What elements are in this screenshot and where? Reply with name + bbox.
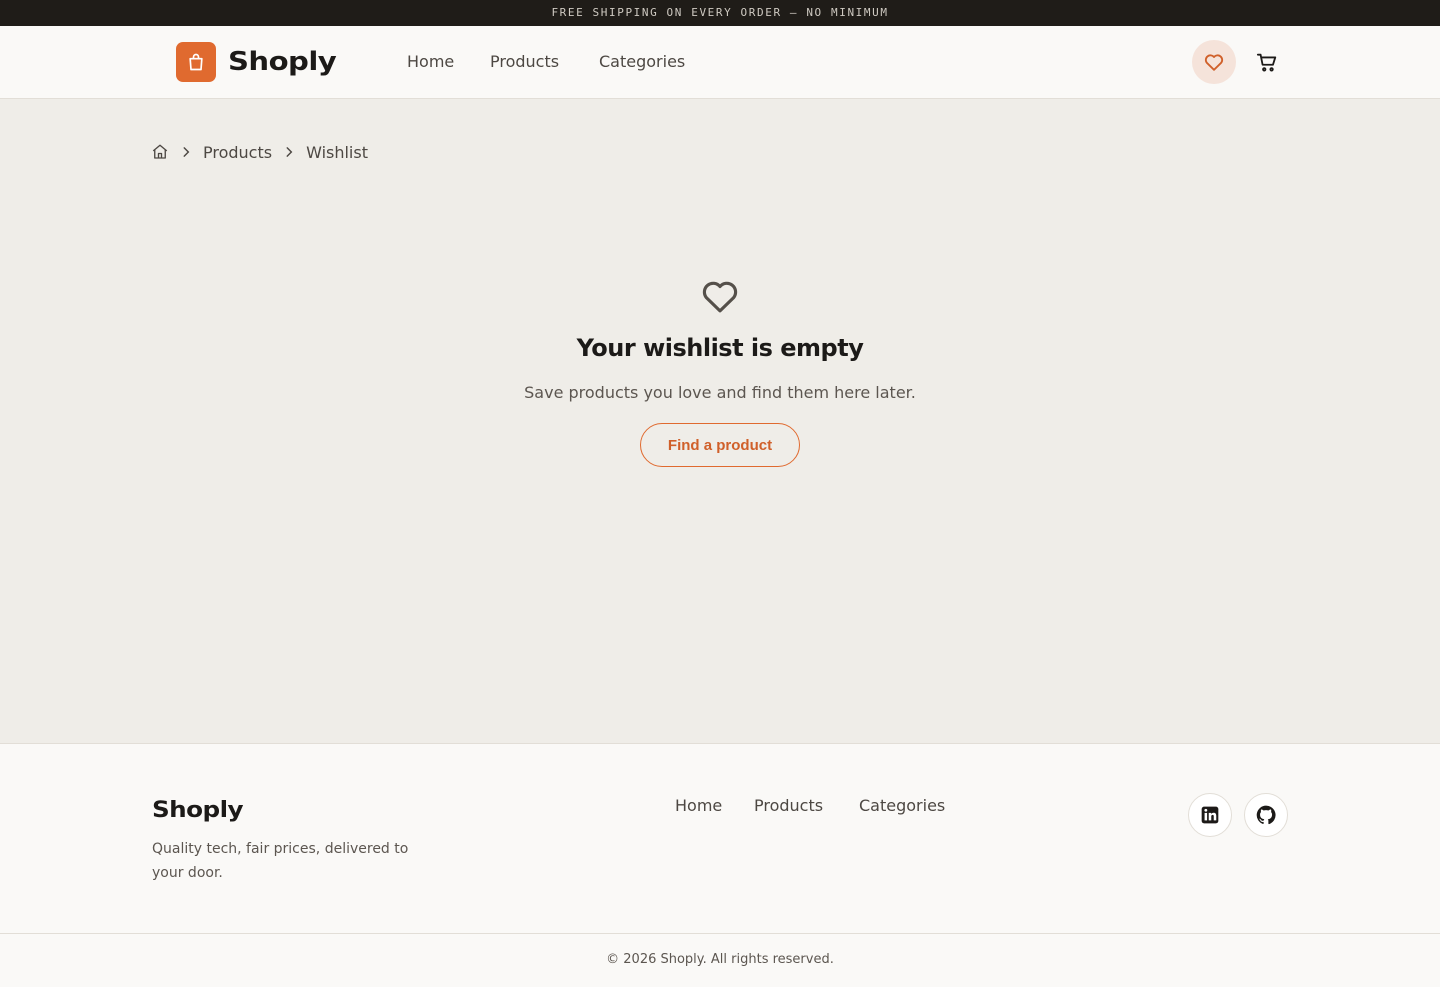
chevron-right-icon [179, 145, 193, 159]
logo-text[interactable]: Shoply [228, 42, 337, 82]
wishlist-button[interactable] [1192, 40, 1236, 84]
footer-logo[interactable]: Shoply [152, 796, 244, 826]
nav-home[interactable]: Home [407, 50, 454, 74]
breadcrumb-products[interactable]: Products [203, 143, 272, 162]
breadcrumb: Products Wishlist [151, 140, 368, 164]
linkedin-icon [1201, 806, 1219, 824]
empty-state-title: Your wishlist is empty [576, 334, 864, 362]
chevron-right-icon [282, 145, 296, 159]
promo-bar: FREE SHIPPING ON EVERY ORDER — NO MINIMU… [0, 0, 1440, 26]
footer-nav-products[interactable]: Products [754, 794, 823, 818]
nav-categories[interactable]: Categories [599, 50, 685, 74]
breadcrumb-wishlist: Wishlist [306, 142, 368, 162]
empty-state-subtitle: Save products you love and find them her… [524, 383, 916, 402]
cart-icon [1256, 53, 1277, 72]
nav-products[interactable]: Products [490, 50, 559, 74]
github-link[interactable] [1244, 793, 1288, 837]
footer-nav-home[interactable]: Home [675, 794, 722, 818]
github-icon [1256, 805, 1276, 825]
footer-tagline: Quality tech, fair prices, delivered to … [152, 841, 409, 881]
cart-button[interactable] [1246, 40, 1288, 84]
site-footer: Shoply Quality tech, fair prices, delive… [0, 743, 1440, 987]
copyright: © 2026 Shoply. All rights reserved. [0, 933, 1440, 987]
home-icon[interactable] [151, 143, 169, 161]
find-product-button[interactable]: Find a product [640, 423, 800, 467]
site-header: Shoply Home Products Categories [0, 26, 1440, 99]
heart-outline-icon [698, 275, 742, 317]
footer-nav-categories[interactable]: Categories [859, 794, 945, 818]
shopping-bag-icon [189, 53, 203, 71]
logo-mark[interactable] [176, 42, 216, 82]
linkedin-link[interactable] [1188, 793, 1232, 837]
heart-icon [1204, 54, 1224, 71]
